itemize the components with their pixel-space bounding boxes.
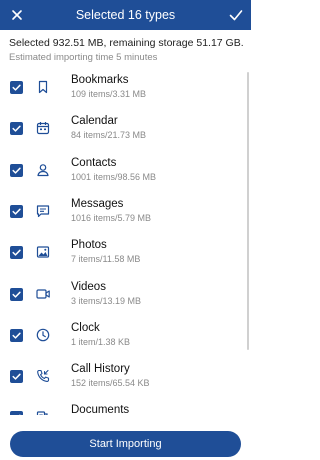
item-name: Call History	[71, 363, 130, 376]
checkbox[interactable]	[10, 328, 23, 342]
checkbox[interactable]	[10, 246, 23, 260]
list-item[interactable]: Calendar 84 items/21.73 MB	[0, 114, 240, 155]
list-item[interactable]: Contacts 1001 items/98.56 MB	[0, 156, 240, 197]
item-name: Messages	[71, 197, 124, 210]
video-icon	[35, 286, 51, 302]
scrollbar[interactable]	[247, 72, 249, 350]
item-name: Photos	[71, 239, 107, 252]
item-name: Contacts	[71, 156, 117, 169]
checkbox[interactable]	[10, 81, 23, 94]
item-meta: 3 items/13.19 MB	[71, 295, 142, 306]
item-name: Clock	[71, 321, 100, 334]
list-item[interactable]: Call History 152 items/65.54 KB	[0, 362, 240, 403]
item-meta: 84 items/21.73 MB	[71, 130, 147, 141]
bookmark-icon	[35, 79, 51, 95]
check-icon[interactable]	[227, 6, 245, 24]
page-title: Selected 16 types	[75, 8, 176, 22]
item-meta: 1016 items/5.79 MB	[71, 212, 152, 223]
item-name: Bookmarks	[71, 74, 129, 86]
list-item[interactable]: Bookmarks 109 items/3.31 MB	[0, 73, 240, 114]
close-icon[interactable]	[8, 6, 26, 24]
item-name: Videos	[71, 280, 106, 293]
calendar-icon	[35, 120, 51, 136]
clock-icon	[35, 327, 51, 343]
app-bar: Selected 16 types	[0, 0, 251, 30]
item-meta: 1 item/1.38 KB	[71, 336, 131, 347]
message-icon	[35, 203, 51, 219]
selected-size-text: Selected 932.51 MB, remaining storage 51…	[9, 37, 244, 49]
contacts-icon	[35, 162, 51, 178]
checkbox[interactable]	[10, 163, 23, 177]
list-item[interactable]: Messages 1016 items/5.79 MB	[0, 197, 240, 238]
item-meta: 1001 items/98.56 MB	[71, 171, 157, 182]
item-meta: 7 items/11.58 MB	[71, 254, 141, 265]
item-name: Calendar	[71, 115, 118, 128]
checkbox[interactable]	[10, 122, 23, 136]
item-meta: 152 items/65.54 KB	[71, 378, 150, 389]
checkbox[interactable]	[10, 370, 23, 384]
start-importing-button[interactable]: Start Importing	[10, 431, 241, 457]
checkbox[interactable]	[10, 287, 23, 301]
estimated-time-text: Estimated importing time 5 minutes	[9, 52, 158, 63]
item-meta: 109 items/3.31 MB	[71, 89, 147, 99]
photo-icon	[35, 244, 51, 260]
checkbox[interactable]	[10, 204, 23, 218]
list-item[interactable]: Videos 3 items/13.19 MB	[0, 280, 240, 321]
call-history-icon	[35, 368, 51, 384]
list-item[interactable]: Clock 1 item/1.38 KB	[0, 321, 240, 362]
list-item[interactable]: Photos 7 items/11.58 MB	[0, 238, 240, 279]
selection-summary: Selected 932.51 MB, remaining storage 51…	[9, 37, 249, 64]
data-type-list[interactable]: Bookmarks 109 items/3.31 MB Calendar 84 ite…	[0, 65, 251, 425]
